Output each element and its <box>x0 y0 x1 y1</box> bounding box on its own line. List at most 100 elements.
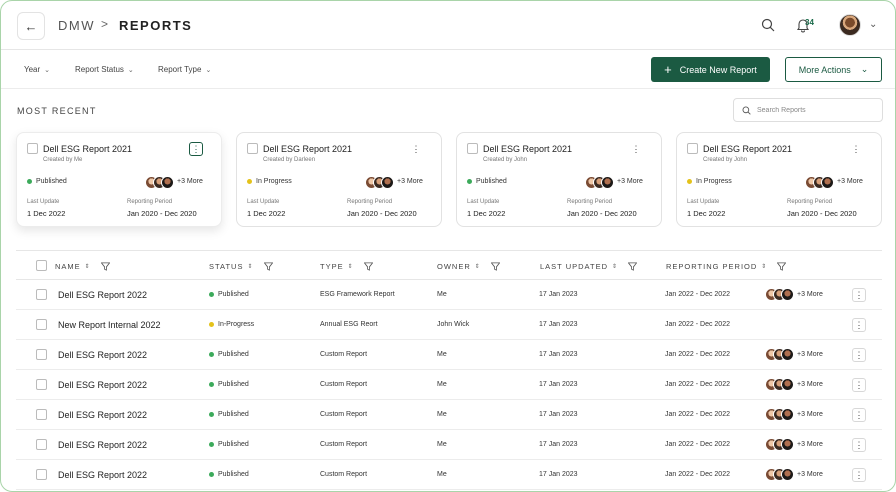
more-collaborators[interactable]: +3 More <box>837 178 863 185</box>
kebab-menu-icon[interactable]: ⋮ <box>852 348 866 362</box>
column-reporting-period[interactable]: REPORTING PERIOD ⇕ <box>666 262 787 271</box>
collaborator-avatars[interactable] <box>765 438 795 451</box>
collaborator-avatars[interactable] <box>145 176 175 189</box>
column-owner[interactable]: OWNER ⇕ <box>437 262 500 271</box>
chevron-down-icon[interactable]: ⌄ <box>869 19 877 30</box>
collaborator-avatars[interactable] <box>765 348 795 361</box>
filter-icon[interactable] <box>628 262 638 271</box>
sort-icon[interactable]: ⇕ <box>348 263 354 270</box>
collaborator-avatars[interactable] <box>585 176 615 189</box>
more-collaborators[interactable]: +3 More <box>797 381 823 388</box>
report-card[interactable]: Dell ESG Report 2021 Created by John ⋮ Publ… <box>456 132 662 227</box>
last-updated: 17 Jan 2023 <box>539 441 578 448</box>
filter-icon[interactable] <box>777 262 787 271</box>
more-collaborators[interactable]: +3 More <box>797 471 823 478</box>
filter-report-status[interactable]: Report Status ⌄ <box>75 65 134 74</box>
status-label: Published <box>218 381 249 388</box>
row-checkbox[interactable] <box>36 409 47 420</box>
more-collaborators[interactable]: +3 More <box>797 411 823 418</box>
report-card[interactable]: Dell ESG Report 2021 Created by Me ⋮ Publis… <box>16 132 222 227</box>
collaborator-avatars[interactable] <box>805 176 835 189</box>
row-checkbox[interactable] <box>36 469 47 480</box>
kebab-menu-icon[interactable]: ⋮ <box>189 142 203 156</box>
sort-icon[interactable]: ⇕ <box>761 263 767 270</box>
collaborator-avatars[interactable] <box>765 408 795 421</box>
column-type[interactable]: TYPE ⇕ <box>320 262 373 271</box>
collaborator-avatars[interactable] <box>765 468 795 481</box>
card-checkbox[interactable] <box>687 143 698 154</box>
report-card[interactable]: Dell ESG Report 2021 Created by John ⋮ In P… <box>676 132 882 227</box>
kebab-menu-icon[interactable]: ⋮ <box>852 318 866 332</box>
report-name[interactable]: Dell ESG Report 2022 <box>58 470 147 480</box>
search-icon[interactable] <box>761 18 775 32</box>
column-last-updated[interactable]: LAST UPDATED ⇕ <box>540 262 638 271</box>
back-button[interactable]: ← <box>17 12 45 40</box>
create-new-report-button[interactable]: + Create New Report <box>651 57 770 82</box>
kebab-menu-icon[interactable]: ⋮ <box>852 408 866 422</box>
kebab-menu-icon[interactable]: ⋮ <box>629 142 643 156</box>
chevron-down-icon: ⌄ <box>205 66 212 74</box>
kebab-menu-icon[interactable]: ⋮ <box>409 142 423 156</box>
select-all-checkbox[interactable] <box>36 260 47 271</box>
filter-report-type[interactable]: Report Type ⌄ <box>158 65 211 74</box>
more-collaborators[interactable]: +3 More <box>177 178 203 185</box>
report-name[interactable]: Dell ESG Report 2022 <box>58 380 147 390</box>
row-checkbox[interactable] <box>36 379 47 390</box>
status-badge: In Progress <box>247 178 292 185</box>
kebab-menu-icon[interactable]: ⋮ <box>852 438 866 452</box>
report-name[interactable]: Dell ESG Report 2022 <box>58 350 147 360</box>
table-row[interactable]: New Report Internal 2022 In-Progress Annua… <box>16 310 882 340</box>
kebab-menu-icon[interactable]: ⋮ <box>849 142 863 156</box>
more-collaborators[interactable]: +3 More <box>797 351 823 358</box>
more-collaborators[interactable]: +3 More <box>797 291 823 298</box>
filter-icon[interactable] <box>100 262 110 271</box>
search-reports-field[interactable] <box>733 98 883 122</box>
sort-icon[interactable]: ⇕ <box>612 263 618 270</box>
last-update-label: Last Update <box>687 199 720 205</box>
filter-icon[interactable] <box>363 262 373 271</box>
sort-icon[interactable]: ⇕ <box>475 263 481 270</box>
table-row[interactable]: Dell ESG Report 2022 Published Custom Repo… <box>16 430 882 460</box>
filter-icon[interactable] <box>490 262 500 271</box>
card-checkbox[interactable] <box>27 143 38 154</box>
column-status[interactable]: STATUS ⇕ <box>209 262 273 271</box>
report-name[interactable]: New Report Internal 2022 <box>58 320 161 330</box>
kebab-menu-icon[interactable]: ⋮ <box>852 378 866 392</box>
breadcrumb-dmw[interactable]: DMW <box>58 18 95 33</box>
filter-icon[interactable] <box>263 262 273 271</box>
table-row[interactable]: Dell ESG Report 2022 Published Custom Repo… <box>16 340 882 370</box>
collaborator-avatars[interactable] <box>765 288 795 301</box>
kebab-menu-icon[interactable]: ⋮ <box>852 468 866 482</box>
user-avatar[interactable] <box>839 14 861 36</box>
status-dot <box>209 292 214 297</box>
row-checkbox[interactable] <box>36 289 47 300</box>
sort-icon[interactable]: ⇕ <box>247 263 253 270</box>
report-name[interactable]: Dell ESG Report 2022 <box>58 440 147 450</box>
more-actions-button[interactable]: More Actions ⌄ <box>785 57 882 82</box>
table-row[interactable]: Dell ESG Report 2022 Published ESG Framewo… <box>16 280 882 310</box>
column-status-label: STATUS <box>209 262 244 271</box>
report-name[interactable]: Dell ESG Report 2022 <box>58 410 147 420</box>
more-collaborators[interactable]: +3 More <box>397 178 423 185</box>
filter-year[interactable]: Year ⌄ <box>24 65 50 74</box>
more-collaborators[interactable]: +3 More <box>617 178 643 185</box>
status-dot <box>209 412 214 417</box>
more-collaborators[interactable]: +3 More <box>797 441 823 448</box>
collaborator-avatars[interactable] <box>765 378 795 391</box>
report-card[interactable]: Dell ESG Report 2021 Created by Darleen ⋮ I… <box>236 132 442 227</box>
column-name[interactable]: NAME ⇕ <box>55 262 110 271</box>
sort-icon[interactable]: ⇕ <box>85 263 91 270</box>
row-checkbox[interactable] <box>36 439 47 450</box>
card-checkbox[interactable] <box>467 143 478 154</box>
table-row[interactable]: Dell ESG Report 2022 Published Custom Repo… <box>16 400 882 430</box>
kebab-menu-icon[interactable]: ⋮ <box>852 288 866 302</box>
table-row[interactable]: Dell ESG Report 2022 Published Custom Repo… <box>16 460 882 490</box>
search-reports-input[interactable] <box>757 106 867 114</box>
collaborator-avatars[interactable] <box>365 176 395 189</box>
card-checkbox[interactable] <box>247 143 258 154</box>
row-checkbox[interactable] <box>36 349 47 360</box>
report-name[interactable]: Dell ESG Report 2022 <box>58 290 147 300</box>
table-row[interactable]: Dell ESG Report 2022 Published Custom Repo… <box>16 370 882 400</box>
row-checkbox[interactable] <box>36 319 47 330</box>
last-update-label: Last Update <box>247 199 280 205</box>
